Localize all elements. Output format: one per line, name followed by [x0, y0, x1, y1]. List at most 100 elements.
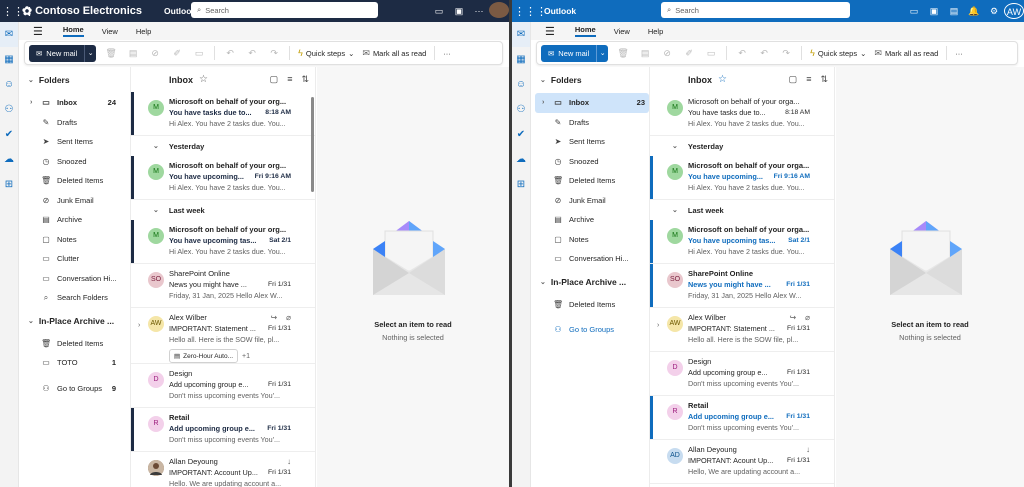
folder-clutter[interactable]: ▭ Clutter — [19, 249, 130, 269]
sort-icon[interactable]: ⇅ — [820, 74, 828, 85]
folder-snoozed[interactable]: ◷ Snoozed — [531, 152, 649, 172]
favorite-star-icon[interactable]: ☆ — [718, 74, 727, 85]
new-mail-button[interactable]: ✉ New mail — [541, 44, 597, 62]
message-item[interactable]: D Design Add upcoming group e... Don't miss… — [131, 364, 315, 408]
list-scrollbar[interactable] — [311, 97, 314, 192]
hamburger-icon[interactable]: ☰ — [545, 25, 555, 38]
message-item[interactable]: SO SharePoint Online News you might have .… — [650, 264, 834, 308]
notes-icon[interactable]: ▤ — [944, 6, 964, 17]
people-app-icon[interactable]: ☺ — [512, 72, 530, 97]
new-mail-dropdown[interactable]: ⌄ — [596, 44, 609, 62]
people-app-icon[interactable]: ☺ — [0, 72, 18, 97]
todo-app-icon[interactable]: ✔ — [512, 122, 530, 147]
message-item[interactable]: AD ↓ Allan Deyoung IMPORTANT: Acount Up... H… — [650, 440, 834, 484]
go-to-groups-link[interactable]: ⚇ Go to Groups 9 — [19, 379, 130, 399]
forward-icon[interactable]: ↷ — [779, 48, 793, 59]
expand-thread-icon[interactable]: › — [657, 322, 659, 329]
reply-all-icon[interactable]: ↶ — [757, 48, 771, 59]
message-item[interactable]: M Microsoft on behalf of your orga... You … — [650, 156, 834, 200]
folder-conversation-history[interactable]: ▭ Conversation Hi... — [19, 269, 130, 289]
sweep-icon[interactable]: ✐ — [170, 48, 184, 59]
folder-search-folders[interactable]: ⌕ Search Folders — [19, 288, 130, 308]
go-to-groups-link[interactable]: ⚇ Go to Groups — [531, 320, 649, 340]
more-attachments-count[interactable]: +1 — [242, 353, 250, 360]
message-item[interactable]: D Design Add upcoming group e... Don't miss… — [650, 352, 834, 396]
reply-icon[interactable]: ↶ — [223, 48, 237, 59]
folder-archive[interactable]: ▤ Archive — [531, 210, 649, 230]
teams-icon[interactable]: ▣ — [449, 6, 469, 17]
meet-now-icon[interactable]: ▭ — [429, 6, 449, 17]
account-avatar[interactable]: AW — [1004, 3, 1024, 19]
sort-icon[interactable]: ⇅ — [301, 74, 309, 85]
folder-inbox[interactable]: › ▭ Inbox 23 — [535, 93, 649, 113]
bell-icon[interactable]: 🔔 — [964, 6, 984, 17]
quick-steps-button[interactable]: ϟ Quick steps ⌄ — [298, 48, 354, 58]
teams-icon[interactable]: ▣ — [924, 6, 944, 17]
folders-header[interactable]: ⌄ Folders — [19, 67, 130, 93]
message-item[interactable]: SO SharePoint Online News you might have .… — [131, 264, 315, 308]
gear-icon[interactable]: ⚙ — [984, 6, 1004, 17]
folder-drafts[interactable]: ✎ Drafts — [531, 113, 649, 133]
mail-app-icon[interactable]: ✉ — [512, 22, 530, 47]
app-launcher-icon[interactable]: ⋮⋮⋮ — [514, 5, 547, 18]
message-item[interactable]: M Microsoft on behalf of your org... You h… — [131, 92, 315, 136]
more-commands-button[interactable]: ··· — [955, 49, 963, 58]
attachment-chip[interactable]: ▤ Zero-Hour Auto... — [169, 349, 239, 363]
archive-folder-toto[interactable]: ▭ TOTO 1 — [19, 353, 130, 373]
more-options-icon[interactable]: ··· — [469, 6, 489, 16]
mark-all-read-button[interactable]: ✉ Mark all as read — [362, 48, 426, 59]
message-item[interactable]: AW › ↪ ⌀ Alex Wilber IMPORTANT: Statement ...… — [650, 308, 834, 352]
teams-app-icon[interactable]: ⚇ — [512, 97, 530, 122]
more-apps-icon[interactable]: ⊞ — [512, 172, 530, 197]
search-box[interactable]: ⌕ Search — [661, 2, 850, 18]
tab-view[interactable]: View — [614, 27, 630, 36]
folder-archive[interactable]: ▤ Archive — [19, 210, 130, 230]
delete-icon[interactable]: 🗑 — [104, 48, 118, 59]
folder-snoozed[interactable]: ◷ Snoozed — [19, 152, 130, 172]
folder-sent-items[interactable]: ➤ Sent Items — [531, 132, 649, 152]
message-item[interactable]: ↓ Allan Deyoung IMPORTANT: Account Up... He… — [131, 452, 315, 487]
tab-home[interactable]: Home — [574, 25, 596, 37]
tab-help[interactable]: Help — [648, 27, 663, 36]
reply-all-icon[interactable]: ↶ — [245, 48, 259, 59]
forward-icon[interactable]: ↷ — [267, 48, 281, 59]
mark-all-read-button[interactable]: ✉ Mark all as read — [874, 48, 938, 59]
folder-drafts[interactable]: ✎ Drafts — [19, 113, 130, 133]
folder-deleted-items[interactable]: 🗑 Deleted Items — [19, 171, 130, 191]
reply-icon[interactable]: ↶ — [735, 48, 749, 59]
sweep-icon[interactable]: ✐ — [682, 48, 696, 59]
calendar-app-icon[interactable]: ▦ — [0, 47, 18, 72]
folder-notes[interactable]: ▢ Notes — [531, 230, 649, 250]
select-icon[interactable]: ▢ — [270, 74, 279, 85]
folder-inbox[interactable]: › ▭ Inbox 24 — [19, 93, 130, 113]
move-icon[interactable]: ▭ — [704, 48, 718, 59]
quick-steps-button[interactable]: ϟ Quick steps ⌄ — [810, 48, 866, 58]
folder-notes[interactable]: ▢ Notes — [19, 230, 130, 250]
teams-app-icon[interactable]: ⚇ — [0, 97, 18, 122]
mail-app-icon[interactable]: ✉ — [0, 22, 18, 47]
filter-icon[interactable]: ≡ — [287, 74, 292, 85]
message-item[interactable]: M Microsoft on behalf of your org... You h… — [131, 156, 315, 200]
message-item[interactable]: AW › ↪ ⌀ Alex Wilber IMPORTANT: Statement ...… — [131, 308, 315, 364]
archive-icon[interactable]: ▤ — [638, 48, 652, 59]
folder-junk-email[interactable]: ⊘ Junk Email — [531, 191, 649, 211]
app-launcher-icon[interactable]: ⋮⋮⋮ — [2, 5, 35, 18]
report-icon[interactable]: ⊘ — [148, 48, 162, 59]
message-item[interactable]: R Retail Add upcoming group e... Don't miss… — [650, 396, 834, 440]
account-avatar[interactable] — [489, 2, 509, 20]
favorite-star-icon[interactable]: ☆ — [199, 74, 208, 85]
tab-view[interactable]: View — [102, 27, 118, 36]
message-item[interactable]: M Microsoft on behalf of your orga... You … — [650, 220, 834, 264]
archive-icon[interactable]: ▤ — [126, 48, 140, 59]
archive-header[interactable]: ⌄ In-Place Archive ... — [19, 308, 130, 334]
report-icon[interactable]: ⊘ — [660, 48, 674, 59]
move-icon[interactable]: ▭ — [192, 48, 206, 59]
folder-junk-email[interactable]: ⊘ Junk Email — [19, 191, 130, 211]
folders-header[interactable]: ⌄ Folders — [531, 67, 649, 93]
tab-home[interactable]: Home — [62, 25, 84, 37]
group-header-yesterday[interactable]: ⌄ Yesterday — [131, 136, 315, 156]
more-apps-icon[interactable]: ⊞ — [0, 172, 18, 197]
search-box[interactable]: ⌕ Search — [191, 2, 378, 18]
archive-folder-deleted-items[interactable]: 🗑 Deleted Items — [19, 334, 130, 354]
select-icon[interactable]: ▢ — [789, 74, 798, 85]
